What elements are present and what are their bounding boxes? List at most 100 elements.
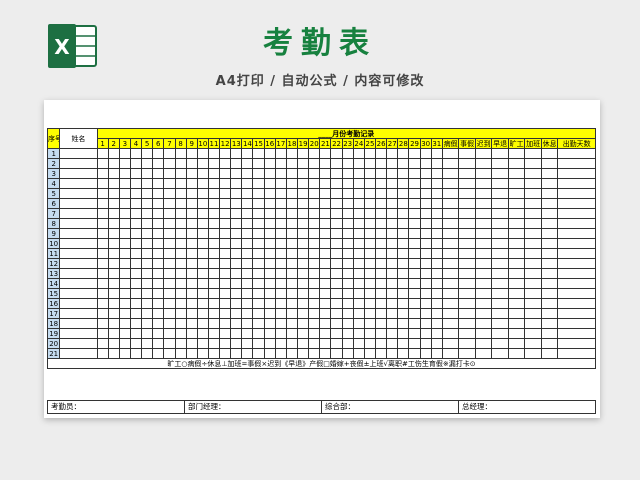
attendance-cell[interactable] (219, 228, 232, 239)
attendance-cell[interactable] (397, 228, 410, 239)
attendance-cell[interactable] (285, 208, 299, 219)
attendance-cell[interactable] (397, 158, 410, 169)
attendance-cell[interactable] (107, 168, 120, 179)
attendance-cell[interactable] (419, 208, 432, 219)
summary-cell[interactable] (557, 178, 596, 189)
summary-cell[interactable] (491, 198, 509, 209)
attendance-cell[interactable] (118, 148, 131, 159)
attendance-cell[interactable] (230, 248, 243, 259)
attendance-cell[interactable] (308, 318, 321, 329)
attendance-cell[interactable] (163, 268, 176, 279)
summary-cell[interactable] (491, 178, 509, 189)
attendance-cell[interactable] (419, 158, 432, 169)
name-cell[interactable] (59, 198, 98, 209)
attendance-cell[interactable] (397, 318, 410, 329)
summary-cell[interactable] (540, 298, 559, 309)
attendance-cell[interactable] (185, 158, 198, 169)
attendance-cell[interactable] (308, 288, 321, 299)
attendance-cell[interactable] (230, 148, 243, 159)
summary-cell[interactable] (507, 328, 526, 339)
attendance-cell[interactable] (352, 148, 365, 159)
attendance-cell[interactable] (263, 218, 276, 229)
attendance-cell[interactable] (274, 288, 287, 299)
attendance-cell[interactable] (352, 268, 365, 279)
attendance-cell[interactable] (274, 278, 287, 289)
attendance-cell[interactable] (285, 238, 299, 249)
attendance-cell[interactable] (241, 348, 254, 359)
attendance-cell[interactable] (386, 298, 399, 309)
attendance-cell[interactable] (308, 338, 321, 349)
attendance-cell[interactable] (174, 198, 187, 209)
summary-cell[interactable] (491, 348, 509, 359)
attendance-cell[interactable] (163, 298, 176, 309)
attendance-cell[interactable] (163, 208, 176, 219)
attendance-cell[interactable] (252, 288, 265, 299)
attendance-cell[interactable] (152, 188, 165, 199)
attendance-cell[interactable] (196, 168, 209, 179)
attendance-cell[interactable] (107, 348, 120, 359)
attendance-cell[interactable] (330, 338, 343, 349)
attendance-cell[interactable] (185, 178, 198, 189)
attendance-cell[interactable] (330, 178, 343, 189)
attendance-cell[interactable] (375, 248, 388, 259)
attendance-cell[interactable] (241, 328, 254, 339)
attendance-cell[interactable] (308, 268, 321, 279)
attendance-cell[interactable] (308, 148, 321, 159)
attendance-cell[interactable] (252, 258, 265, 269)
attendance-cell[interactable] (408, 148, 421, 159)
attendance-cell[interactable] (230, 308, 243, 319)
attendance-cell[interactable] (386, 238, 399, 249)
summary-cell[interactable] (441, 178, 460, 189)
attendance-cell[interactable] (96, 268, 109, 279)
summary-cell[interactable] (491, 218, 509, 229)
summary-cell[interactable] (474, 288, 493, 299)
attendance-cell[interactable] (363, 148, 377, 159)
summary-cell[interactable] (524, 178, 542, 189)
attendance-cell[interactable] (241, 258, 254, 269)
attendance-cell[interactable] (185, 168, 198, 179)
name-cell[interactable] (59, 158, 98, 169)
attendance-cell[interactable] (96, 338, 109, 349)
summary-cell[interactable] (491, 318, 509, 329)
summary-cell[interactable] (507, 178, 526, 189)
attendance-cell[interactable] (263, 328, 276, 339)
attendance-cell[interactable] (252, 178, 265, 189)
attendance-cell[interactable] (141, 238, 154, 249)
name-cell[interactable] (59, 148, 98, 159)
attendance-cell[interactable] (285, 328, 299, 339)
attendance-cell[interactable] (430, 338, 443, 349)
summary-cell[interactable] (491, 158, 509, 169)
attendance-cell[interactable] (141, 258, 154, 269)
summary-cell[interactable] (524, 328, 542, 339)
attendance-cell[interactable] (141, 168, 154, 179)
attendance-cell[interactable] (152, 228, 165, 239)
attendance-cell[interactable] (207, 218, 221, 229)
summary-cell[interactable] (441, 248, 460, 259)
attendance-cell[interactable] (185, 318, 198, 329)
signature-general-dept[interactable]: 综合部： (322, 401, 459, 413)
attendance-cell[interactable] (341, 158, 354, 169)
attendance-cell[interactable] (375, 158, 388, 169)
summary-cell[interactable] (458, 348, 476, 359)
attendance-cell[interactable] (430, 148, 443, 159)
summary-cell[interactable] (474, 248, 493, 259)
attendance-cell[interactable] (274, 228, 287, 239)
attendance-cell[interactable] (430, 158, 443, 169)
attendance-cell[interactable] (163, 318, 176, 329)
attendance-cell[interactable] (185, 328, 198, 339)
attendance-cell[interactable] (196, 278, 209, 289)
attendance-cell[interactable] (330, 298, 343, 309)
attendance-cell[interactable] (207, 208, 221, 219)
name-cell[interactable] (59, 208, 98, 219)
summary-cell[interactable] (540, 288, 559, 299)
attendance-cell[interactable] (141, 288, 154, 299)
summary-cell[interactable] (491, 328, 509, 339)
name-cell[interactable] (59, 318, 98, 329)
attendance-cell[interactable] (330, 288, 343, 299)
attendance-cell[interactable] (174, 238, 187, 249)
attendance-cell[interactable] (263, 308, 276, 319)
attendance-cell[interactable] (230, 228, 243, 239)
summary-cell[interactable] (557, 338, 596, 349)
attendance-cell[interactable] (96, 198, 109, 209)
attendance-cell[interactable] (207, 298, 221, 309)
